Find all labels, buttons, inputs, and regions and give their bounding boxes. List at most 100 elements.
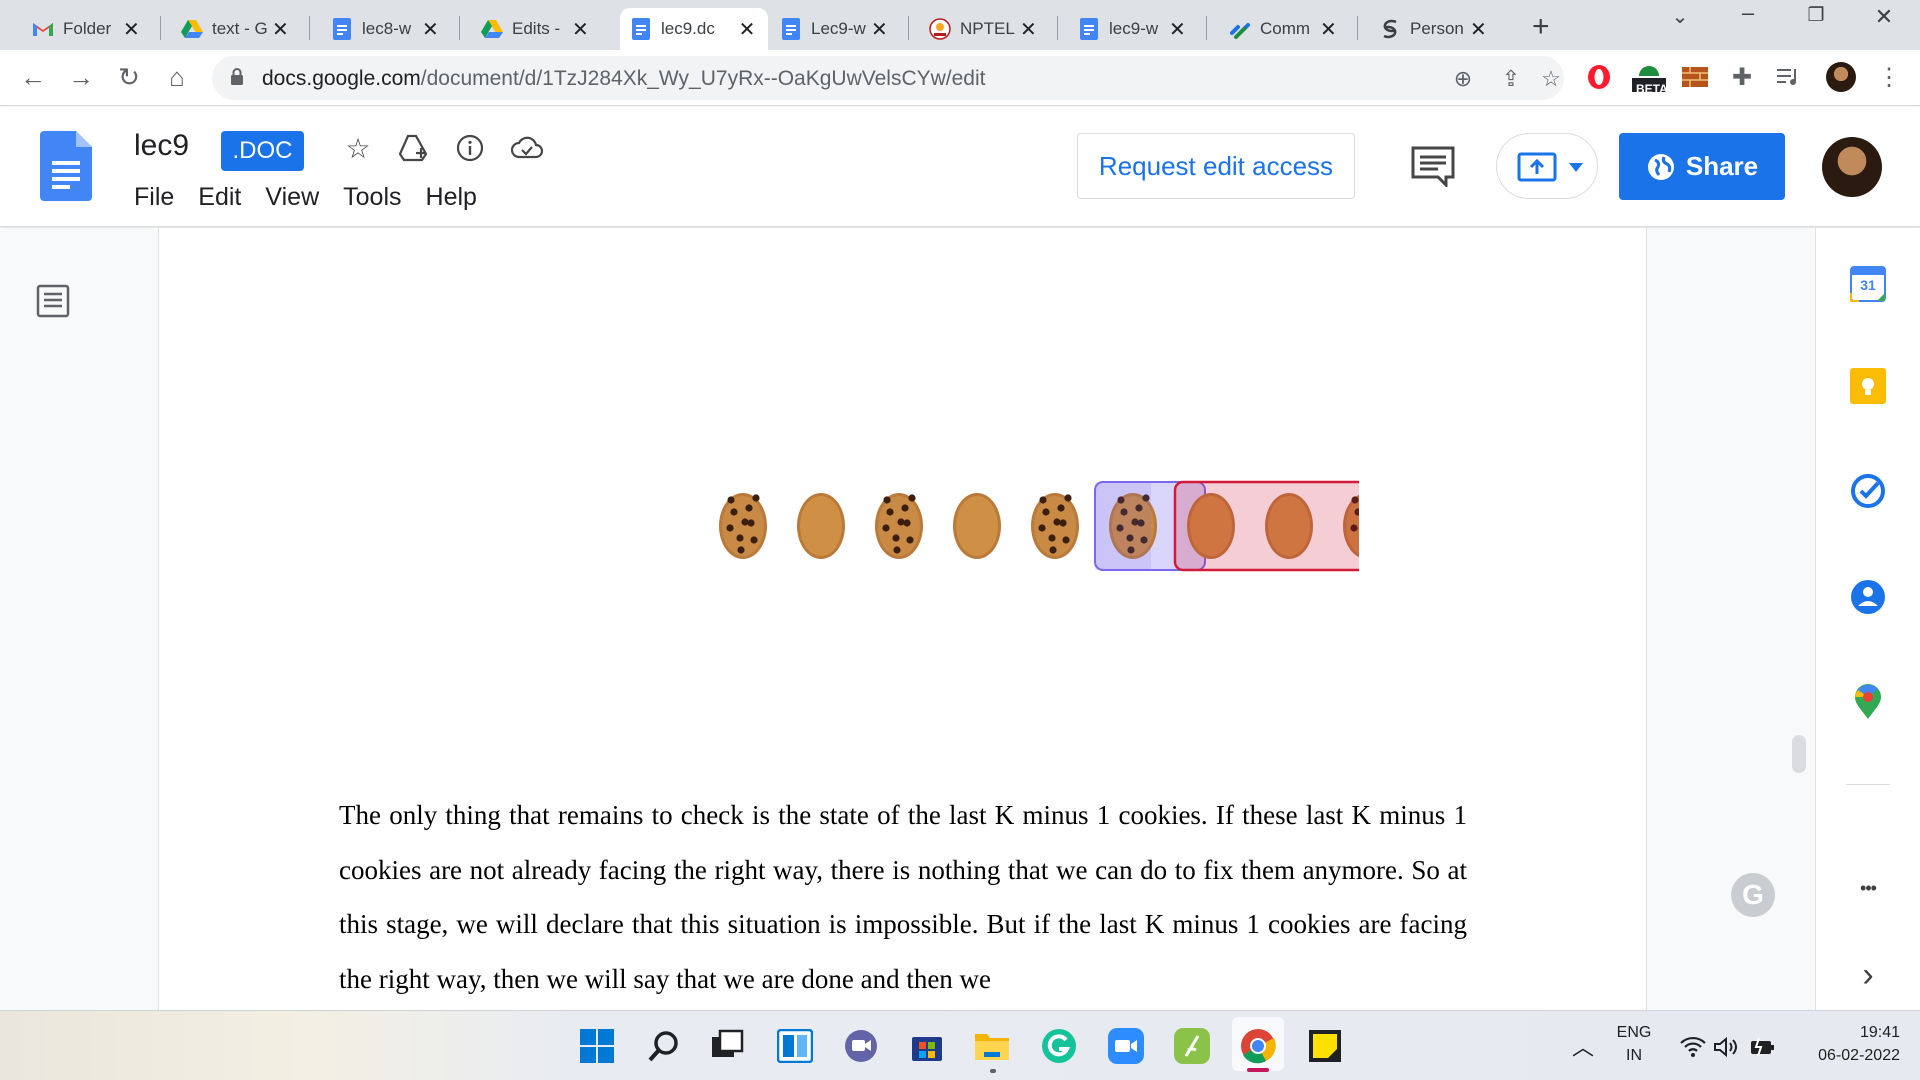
comment-history-icon[interactable] bbox=[1410, 145, 1456, 187]
more-options-icon[interactable]: ••• bbox=[1848, 868, 1888, 908]
close-tab-icon[interactable]: ✕ bbox=[869, 17, 890, 42]
profile-avatar-icon[interactable] bbox=[1826, 62, 1856, 92]
google-drive-icon bbox=[181, 18, 203, 40]
evernote-style-icon[interactable] bbox=[1173, 1027, 1211, 1065]
browser-tab[interactable]: lec8-w ✕ bbox=[321, 8, 451, 50]
lock-icon[interactable] bbox=[230, 68, 244, 86]
chrome-icon[interactable] bbox=[1239, 1027, 1277, 1065]
back-arrow-icon[interactable]: ← bbox=[16, 62, 50, 93]
google-contacts-icon[interactable] bbox=[1848, 577, 1888, 617]
document-title[interactable]: lec9 bbox=[134, 129, 189, 163]
new-tab-button[interactable]: + bbox=[1532, 10, 1550, 44]
cloud-saved-icon[interactable] bbox=[510, 131, 544, 165]
google-docs-icon bbox=[630, 18, 652, 40]
browser-tab[interactable]: Folder ✕ bbox=[22, 8, 152, 50]
close-tab-icon[interactable]: ✕ bbox=[570, 17, 591, 42]
menu-edit[interactable]: Edit bbox=[198, 183, 241, 212]
browser-tab[interactable]: Comm ✕ bbox=[1219, 8, 1349, 50]
close-tab-icon[interactable]: ✕ bbox=[1318, 17, 1339, 42]
zoom-icon[interactable]: ⊕ bbox=[1448, 66, 1478, 92]
minimize-window-icon[interactable]: – bbox=[1728, 0, 1768, 26]
close-tab-icon[interactable]: ✕ bbox=[736, 17, 758, 42]
info-icon[interactable] bbox=[453, 131, 487, 165]
close-tab-icon[interactable]: ✕ bbox=[1167, 17, 1188, 42]
volume-icon[interactable] bbox=[1707, 1028, 1745, 1066]
region-code: IN bbox=[1626, 1047, 1642, 1064]
close-tab-icon[interactable]: ✕ bbox=[1468, 17, 1489, 42]
windows-start-icon[interactable] bbox=[578, 1027, 616, 1065]
close-tab-icon[interactable]: ✕ bbox=[121, 17, 142, 42]
chevron-right-icon[interactable]: › bbox=[1848, 955, 1888, 995]
browser-menu-icon[interactable]: ⋮ bbox=[1874, 62, 1904, 92]
chrome-active-indicator bbox=[1247, 1068, 1269, 1072]
browser-tab[interactable]: Lec9-w ✕ bbox=[770, 8, 900, 50]
extensions-puzzle-icon[interactable]: ✚ bbox=[1727, 62, 1757, 92]
language-indicator[interactable]: ENG IN bbox=[1608, 1024, 1660, 1065]
home-icon[interactable]: ⌂ bbox=[160, 62, 194, 93]
zoom-meetings-icon[interactable] bbox=[1107, 1027, 1145, 1065]
address-bar[interactable]: docs.google.com/document/d/1TzJ284Xk_Wy_… bbox=[212, 56, 1564, 100]
add-to-drive-icon[interactable] bbox=[397, 131, 431, 165]
browser-tab[interactable]: lec9-w ✕ bbox=[1068, 8, 1198, 50]
grammarly-icon[interactable]: G bbox=[1731, 873, 1775, 917]
star-icon[interactable]: ☆ bbox=[341, 131, 375, 165]
opera-extension-icon[interactable] bbox=[1584, 62, 1614, 92]
present-button[interactable] bbox=[1496, 133, 1598, 199]
reload-icon[interactable]: ↻ bbox=[112, 62, 146, 93]
plain-cookie bbox=[953, 493, 1001, 559]
google-calendar-icon[interactable]: 31 bbox=[1848, 264, 1888, 304]
google-docs-logo[interactable] bbox=[40, 131, 92, 201]
menu-help[interactable]: Help bbox=[426, 183, 477, 212]
close-tab-icon[interactable]: ✕ bbox=[1018, 17, 1039, 42]
browser-tab[interactable]: text - G ✕ bbox=[171, 8, 301, 50]
show-hidden-icons-chevron[interactable]: ︿ bbox=[1572, 1030, 1594, 1062]
bookmark-star-icon[interactable]: ☆ bbox=[1536, 66, 1566, 92]
teams-chat-icon[interactable] bbox=[842, 1027, 880, 1065]
file-type-badge: .DOC bbox=[221, 131, 304, 171]
brick-extension-icon[interactable] bbox=[1680, 62, 1710, 92]
sticky-notes-icon[interactable] bbox=[1306, 1027, 1344, 1065]
google-tasks-icon[interactable] bbox=[1848, 471, 1888, 511]
browser-tab[interactable]: Person ✕ bbox=[1369, 8, 1499, 50]
document-body-text[interactable]: The only thing that remains to check is … bbox=[339, 788, 1467, 1006]
share-button[interactable]: Share bbox=[1619, 133, 1785, 200]
chocolate-chip-cookie bbox=[1031, 493, 1079, 559]
microsoft-store-icon[interactable] bbox=[908, 1027, 946, 1065]
account-avatar[interactable] bbox=[1822, 137, 1882, 197]
google-keep-icon[interactable] bbox=[1848, 366, 1888, 406]
clock[interactable]: 19:41 06-02-2022 bbox=[1790, 1024, 1900, 1065]
tab-search-icon[interactable]: ⌄ bbox=[1660, 4, 1700, 29]
docs-header: lec9 .DOC ☆ File Edit View Tools Help Re… bbox=[0, 107, 1920, 227]
request-edit-access-button[interactable]: Request edit access bbox=[1077, 133, 1355, 199]
tab-label: Edits - bbox=[512, 19, 561, 38]
browser-tab[interactable]: NPTEL ✕ bbox=[919, 8, 1049, 50]
browser-tab[interactable]: lec9.dc ✕ bbox=[620, 8, 768, 50]
google-docs-icon bbox=[331, 18, 353, 40]
grammarly-taskbar-icon[interactable] bbox=[1040, 1027, 1078, 1065]
battery-charging-icon[interactable] bbox=[1744, 1028, 1782, 1066]
file-explorer-icon[interactable] bbox=[973, 1027, 1011, 1065]
restore-window-icon[interactable]: ❐ bbox=[1796, 4, 1836, 27]
vertical-scrollbar[interactable] bbox=[1792, 735, 1806, 773]
menu-tools[interactable]: Tools bbox=[343, 183, 401, 212]
forward-arrow-icon[interactable]: → bbox=[64, 62, 98, 93]
tab-separator bbox=[459, 16, 460, 40]
search-icon[interactable] bbox=[645, 1027, 683, 1065]
beta-extension-icon[interactable]: BETA bbox=[1630, 62, 1668, 96]
widgets-icon[interactable] bbox=[776, 1027, 814, 1065]
task-view-icon[interactable] bbox=[708, 1027, 746, 1065]
menu-file[interactable]: File bbox=[134, 183, 174, 212]
close-tab-icon[interactable]: ✕ bbox=[270, 17, 291, 42]
browser-tab[interactable]: Edits - ✕ bbox=[471, 8, 601, 50]
close-tab-icon[interactable]: ✕ bbox=[420, 17, 441, 42]
tab-label: lec8-w bbox=[362, 19, 412, 38]
document-outline-icon[interactable] bbox=[36, 284, 70, 318]
google-drive-icon bbox=[481, 18, 503, 40]
gmail-icon bbox=[32, 18, 54, 40]
share-page-icon[interactable]: ⇪ bbox=[1496, 66, 1526, 92]
google-maps-icon[interactable] bbox=[1848, 682, 1888, 722]
menu-view[interactable]: View bbox=[265, 183, 319, 212]
document-page[interactable]: The only thing that remains to check is … bbox=[158, 228, 1647, 1010]
close-window-icon[interactable]: ✕ bbox=[1864, 4, 1904, 30]
media-queue-icon[interactable] bbox=[1774, 62, 1804, 92]
